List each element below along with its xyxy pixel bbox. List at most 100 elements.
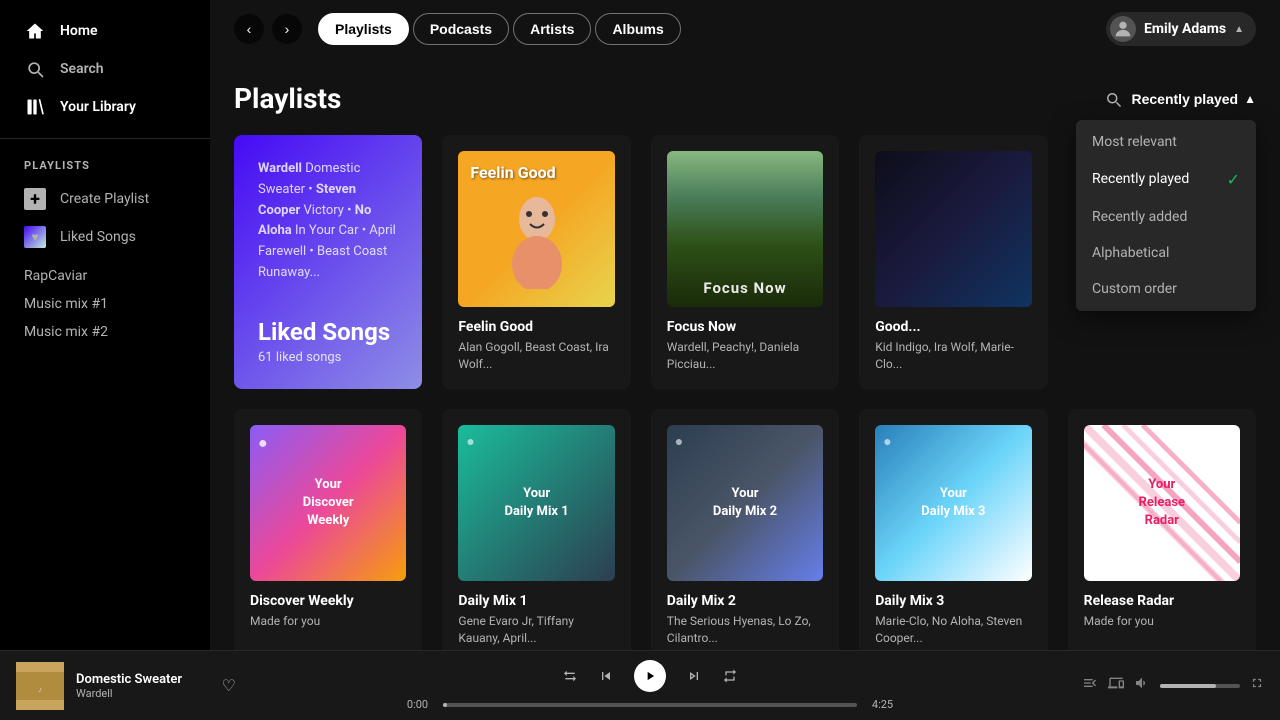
next-button[interactable] — [686, 668, 702, 684]
daily-mix-3-subtitle: Marie-Clo, No Aloha, Steven Cooper... — [875, 613, 1031, 647]
nav-arrows: ‹ › — [234, 14, 302, 44]
tab-albums[interactable]: Albums — [595, 13, 680, 45]
svg-text:♪: ♪ — [38, 685, 42, 694]
sidebar-playlist-musicmix1[interactable]: Music mix #1 — [24, 292, 186, 316]
focus-now-cover: Focus Now — [667, 151, 823, 307]
page-header: Playlists Recently played ▲ — [234, 82, 1256, 115]
user-menu[interactable]: Emily Adams ▲ — [1106, 12, 1256, 46]
sidebar: Home Search Your Library — [0, 0, 210, 650]
focus-now-card[interactable]: Focus Now Focus Now Wardell, Peachy!, Da… — [651, 135, 839, 389]
devices-button[interactable] — [1108, 675, 1124, 696]
plus-icon: + — [24, 188, 46, 210]
back-button[interactable]: ‹ — [234, 14, 264, 44]
player-bar: ♪ Domestic Sweater Wardell ♡ — [0, 650, 1280, 720]
current-time: 0:00 — [400, 698, 435, 711]
sort-recently-played[interactable]: Recently played ✓ — [1076, 160, 1256, 199]
liked-songs-info: Liked Songs 61 liked songs — [258, 318, 398, 365]
sidebar-item-library[interactable]: Your Library — [12, 88, 198, 126]
focus-now-title: Focus Now — [667, 319, 823, 335]
liked-songs-card[interactable]: Wardell Domestic Sweater • Steven Cooper… — [234, 135, 422, 389]
playlists-section-label: PLAYLISTS — [0, 151, 210, 180]
release-radar-title: Release Radar — [1084, 593, 1240, 609]
sidebar-playlist-musicmix2[interactable]: Music mix #2 — [24, 320, 186, 344]
daily-mix-1-card[interactable]: ● YourDaily Mix 1 Daily Mix 1 Gene Evaro… — [442, 409, 630, 650]
playlists-page: Playlists Recently played ▲ — [210, 58, 1280, 650]
album-art: ♪ — [16, 662, 64, 710]
fullscreen-button[interactable] — [1250, 676, 1264, 695]
total-time: 4:25 — [865, 698, 900, 711]
daily-mix-3-text: YourDaily Mix 3 — [921, 485, 985, 521]
daily-mix-3-card[interactable]: ● YourDaily Mix 3 Daily Mix 3 Marie-Clo,… — [859, 409, 1047, 650]
progress-bar-container: 0:00 4:25 — [400, 698, 900, 711]
good-vibes-title: Good... — [875, 319, 1031, 335]
feelin-good-cover: Feelin Good — [458, 151, 614, 307]
discover-weekly-subtitle: Made for you — [250, 613, 406, 630]
release-radar-subtitle: Made for you — [1084, 613, 1240, 630]
tab-artists[interactable]: Artists — [513, 13, 591, 45]
topbar: ‹ › Playlists Podcasts Artists Albums Em… — [210, 0, 1280, 58]
daily-mix-3-title: Daily Mix 3 — [875, 593, 1031, 609]
shuffle-button[interactable] — [562, 668, 578, 684]
volume-slider[interactable] — [1160, 684, 1240, 688]
discover-weekly-cover: ● YourDiscoverWeekly — [250, 425, 406, 581]
avatar — [1110, 16, 1136, 42]
checkmark-icon: ✓ — [1227, 170, 1240, 189]
daily-mix-2-subtitle: The Serious Hyenas, Lo Zo, Cilantro... — [667, 613, 823, 647]
daily-mix-2-title: Daily Mix 2 — [667, 593, 823, 609]
discover-weekly-card[interactable]: ● YourDiscoverWeekly Discover Weekly Mad… — [234, 409, 422, 650]
queue-button[interactable] — [1082, 675, 1098, 696]
player-artist-name: Wardell — [76, 687, 210, 700]
volume-button[interactable] — [1134, 675, 1150, 696]
liked-songs-icon: ♥ — [24, 226, 46, 248]
focus-now-subtitle: Wardell, Peachy!, Daniela Picciau... — [667, 339, 823, 373]
daily-mix-2-cover: ● YourDaily Mix 2 — [667, 425, 823, 581]
create-playlist-button[interactable]: + Create Playlist — [0, 180, 210, 218]
daily-mix-1-text: YourDaily Mix 1 — [505, 485, 569, 521]
sidebar-item-search[interactable]: Search — [12, 50, 198, 88]
page-title: Playlists — [234, 82, 341, 115]
sort-alphabetical[interactable]: Alphabetical — [1076, 235, 1256, 271]
filter-area: Recently played ▲ Most relevant Recently… — [1104, 90, 1257, 108]
search-filter-button[interactable] — [1104, 90, 1122, 108]
progress-track[interactable] — [443, 703, 857, 707]
search-icon — [24, 58, 46, 80]
good-vibes-card[interactable]: Good... Kid Indigo, Ira Wolf, Marie-Clo.… — [859, 135, 1047, 389]
sort-dropdown-button[interactable]: Recently played ▲ — [1132, 91, 1257, 107]
good-vibes-cover — [875, 151, 1031, 307]
release-radar-card[interactable]: YourReleaseRadar Release Radar Made for … — [1068, 409, 1256, 650]
topbar-tabs: Playlists Podcasts Artists Albums — [318, 13, 681, 45]
daily-mix-1-subtitle: Gene Evaro Jr, Tiffany Kauany, April... — [458, 613, 614, 647]
sort-most-relevant[interactable]: Most relevant — [1076, 124, 1256, 160]
release-radar-cover: YourReleaseRadar — [1084, 425, 1240, 581]
volume-fill — [1160, 684, 1216, 688]
playlists-grid-2: ● YourDiscoverWeekly Discover Weekly Mad… — [234, 409, 1256, 650]
liked-songs-count: 61 liked songs — [258, 350, 398, 365]
tab-podcasts[interactable]: Podcasts — [413, 13, 509, 45]
play-button[interactable] — [634, 660, 666, 692]
tab-playlists[interactable]: Playlists — [318, 13, 409, 45]
release-radar-text: YourReleaseRadar — [1139, 476, 1185, 531]
feelin-good-title: Feelin Good — [458, 319, 614, 335]
good-vibes-subtitle: Kid Indigo, Ira Wolf, Marie-Clo... — [875, 339, 1031, 373]
repeat-button[interactable] — [722, 668, 738, 684]
sort-custom-order[interactable]: Custom order — [1076, 271, 1256, 307]
player-right — [1064, 675, 1264, 696]
player-controls: 0:00 4:25 — [252, 660, 1048, 711]
previous-button[interactable] — [598, 668, 614, 684]
playlist-list: RapCaviar Music mix #1 Music mix #2 — [0, 256, 210, 352]
forward-button[interactable]: › — [272, 14, 302, 44]
library-icon — [24, 96, 46, 118]
progress-fill — [443, 703, 447, 707]
sort-recently-added[interactable]: Recently added — [1076, 199, 1256, 235]
liked-songs-nav[interactable]: ♥ Liked Songs — [0, 218, 210, 256]
spotify-icon: ● — [258, 433, 268, 453]
home-icon — [24, 20, 46, 42]
main-content: ‹ › Playlists Podcasts Artists Albums Em… — [210, 0, 1280, 650]
heart-button[interactable]: ♡ — [222, 676, 236, 695]
daily-mix-1-cover: ● YourDaily Mix 1 — [458, 425, 614, 581]
sidebar-playlist-rapcaviar[interactable]: RapCaviar — [24, 264, 186, 288]
sidebar-item-home[interactable]: Home — [12, 12, 198, 50]
feelin-good-card[interactable]: Feelin Good Feelin Good Alan Gogoll, Bea… — [442, 135, 630, 389]
chevron-down-icon: ▲ — [1234, 24, 1244, 35]
daily-mix-2-card[interactable]: ● YourDaily Mix 2 Daily Mix 2 The Seriou… — [651, 409, 839, 650]
